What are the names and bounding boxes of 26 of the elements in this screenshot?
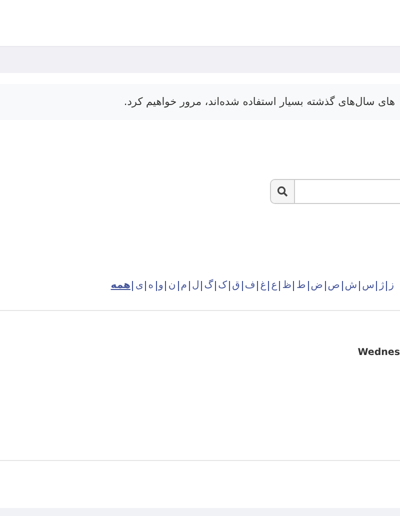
letter-link[interactable]: و xyxy=(156,279,166,293)
letter-link[interactable]: گ xyxy=(202,279,216,293)
letter-link[interactable]: ه xyxy=(146,279,156,293)
letter-link[interactable]: ل xyxy=(190,279,202,293)
search-button[interactable] xyxy=(271,180,295,203)
letter-link[interactable]: س xyxy=(360,279,376,293)
search-field[interactable] xyxy=(270,179,400,204)
letter-link[interactable]: ص xyxy=(326,279,342,293)
letter-link[interactable]: همه xyxy=(108,279,132,293)
letter-link[interactable]: ک xyxy=(216,279,230,293)
letter-link[interactable]: ض xyxy=(308,279,325,293)
letter-link[interactable]: ظ xyxy=(280,279,294,293)
notice-text: های سال‌های گذشته بسیار استفاده شده‌اند، مرور خواهیم کرد. xyxy=(124,96,395,108)
letter-link[interactable]: ق xyxy=(230,279,242,293)
letter-link[interactable]: ی xyxy=(133,279,146,293)
letter-link[interactable]: م xyxy=(178,279,189,293)
letter-link[interactable]: ن xyxy=(166,279,178,293)
letter-link[interactable]: ط xyxy=(294,279,308,293)
letter-link[interactable]: ش xyxy=(342,279,360,293)
letter-link[interactable]: ز xyxy=(387,279,396,293)
letter-link[interactable]: غ xyxy=(258,279,268,293)
letter-link[interactable]: ژ xyxy=(377,279,386,293)
letter-link[interactable]: ع xyxy=(269,279,280,293)
search-icon xyxy=(277,186,288,197)
letter-link[interactable]: ف xyxy=(242,279,258,293)
day-heading: Wednes xyxy=(358,347,400,360)
